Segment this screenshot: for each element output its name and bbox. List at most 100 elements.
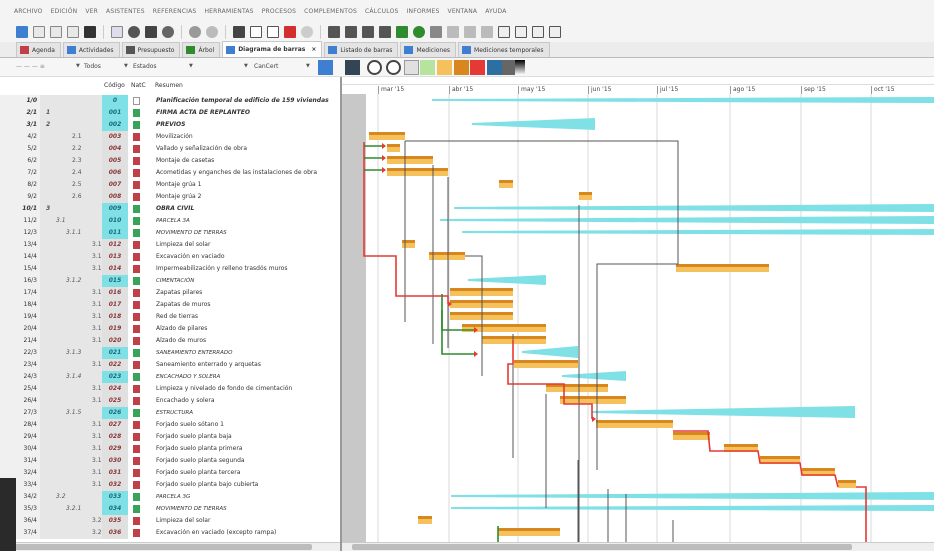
- arrow-right-icon[interactable]: [481, 26, 493, 38]
- gradient-swatch[interactable]: [515, 60, 525, 75]
- last-record-icon[interactable]: [379, 26, 391, 38]
- zoom-in-icon[interactable]: [367, 60, 382, 75]
- table-row[interactable]: 31/43.1.5.4030 Forjado suelo planta segun…: [0, 455, 340, 467]
- open-icon[interactable]: [50, 26, 62, 38]
- bar-color-orange-swatch[interactable]: [437, 60, 452, 75]
- bar-color-red-swatch[interactable]: [470, 60, 485, 75]
- table-row[interactable]: 9/2 2.6 008 Montaje grúa 2: [0, 191, 340, 203]
- green-square-icon[interactable]: [396, 26, 408, 38]
- gantt-list-icon[interactable]: [345, 60, 360, 75]
- table-row[interactable]: 33/43.1.5.6032Forjado suelo planta bajo …: [0, 479, 340, 491]
- paste-icon[interactable]: [267, 26, 279, 38]
- table-row[interactable]: 24/3 3.1.4 023 ENCACHADO Y SOLERA: [0, 371, 340, 383]
- new-file-icon[interactable]: [33, 26, 45, 38]
- lock-icon[interactable]: [145, 26, 157, 38]
- gear-icon[interactable]: [128, 26, 140, 38]
- link-icon[interactable]: [430, 26, 442, 38]
- menu-item[interactable]: VER: [85, 8, 98, 15]
- table-row[interactable]: 4/2 2.1 003 Movilización: [0, 131, 340, 143]
- table-row[interactable]: 32/43.1.5.5031Forjado suelo planta terce…: [0, 467, 340, 479]
- table-row[interactable]: 20/43.1.2.4019 Alzado de pilares: [0, 323, 340, 335]
- tab-item[interactable]: Diagrama de barras ×: [222, 41, 323, 57]
- next-record-icon[interactable]: [362, 26, 374, 38]
- find-icon[interactable]: [162, 26, 174, 38]
- tab-item[interactable]: Presupuesto: [121, 42, 181, 57]
- table-scroll-thumb[interactable]: [12, 544, 312, 550]
- tab-item[interactable]: Actividades: [62, 42, 120, 57]
- gantt-scroll-thumb[interactable]: [352, 544, 852, 550]
- table-row[interactable]: 8/2 2.5 007 Montaje grúa 1: [0, 179, 340, 191]
- cancert-dropdown-arrow[interactable]: ▼: [244, 63, 248, 69]
- natc-column-header[interactable]: NatC: [131, 82, 146, 89]
- folder-icon[interactable]: [67, 26, 79, 38]
- table-horizontal-scrollbar[interactable]: [0, 542, 340, 551]
- save-icon[interactable]: [84, 26, 96, 38]
- table-row[interactable]: 13/43.1.1.1012 Limpieza del solar: [0, 239, 340, 251]
- refresh-icon[interactable]: [413, 26, 425, 38]
- estados-dropdown-arrow[interactable]: ▼: [124, 63, 128, 69]
- estados-filter[interactable]: Estados: [133, 63, 157, 70]
- bar-chart-icon[interactable]: [487, 60, 502, 75]
- menu-item[interactable]: AYUDA: [485, 8, 506, 15]
- table-row[interactable]: 12/3 3.1.1 011 MOVIMIENTO DE TIERRAS: [0, 227, 340, 239]
- table-row[interactable]: 11/2 3.1 010 PARCELA 3A: [0, 215, 340, 227]
- estados-select-arrow[interactable]: ▼: [189, 63, 193, 69]
- menu-item[interactable]: VENTANA: [448, 8, 478, 15]
- cut-icon[interactable]: [233, 26, 245, 38]
- table-row[interactable]: 37/43.2.1.2036Excavación en vaciado (exc…: [0, 527, 340, 539]
- previous-record-icon[interactable]: [345, 26, 357, 38]
- calendar-icon[interactable]: [515, 26, 527, 38]
- menu-item[interactable]: ASISTENTES: [106, 8, 145, 15]
- menu-item[interactable]: EDICIÓN: [51, 8, 78, 15]
- bar-color-dark-orange-swatch[interactable]: [454, 60, 469, 75]
- first-record-icon[interactable]: [328, 26, 340, 38]
- delete-icon[interactable]: [284, 26, 296, 38]
- table-row[interactable]: 14/43.1.1.2013 Excavación en vaciado: [0, 251, 340, 263]
- menu-item[interactable]: CÁLCULOS: [365, 8, 398, 15]
- tab-item[interactable]: Mediciones temporales: [458, 42, 550, 57]
- copy-icon[interactable]: [250, 26, 262, 38]
- tab-item[interactable]: Mediciones: [400, 42, 457, 57]
- table-row[interactable]: 35/3 3.2.1 034 MOVIMIENTO DE TIERRAS: [0, 503, 340, 515]
- table-row[interactable]: 27/3 3.1.5 026 ESTRUCTURA: [0, 407, 340, 419]
- table-row[interactable]: 21/43.1.2.5020 Alzado de muros: [0, 335, 340, 347]
- table-row[interactable]: 22/3 3.1.3 021 SANEAMIENTO ENTERRADO: [0, 347, 340, 359]
- table-row[interactable]: 25/43.1.4.1024 Limpieza y nivelado de fon…: [0, 383, 340, 395]
- menu-item[interactable]: PROCESOS: [262, 8, 296, 15]
- table-row[interactable]: 36/43.2.1.1035Limpieza del solar: [0, 515, 340, 527]
- table-row[interactable]: 6/2 2.3 005 Montaje de casetas: [0, 155, 340, 167]
- bar-color-green-swatch[interactable]: [420, 60, 435, 75]
- resumen-column-header[interactable]: Resumen: [155, 82, 183, 89]
- table-row[interactable]: 2/1 1 001 FIRMA ACTA DE REPLANTEO: [0, 107, 340, 119]
- table-row[interactable]: 19/43.1.2.3018 Red de tierras: [0, 311, 340, 323]
- document-icon[interactable]: [498, 26, 510, 38]
- table-row[interactable]: 26/43.1.4.2025 Encachado y solera: [0, 395, 340, 407]
- table-row[interactable]: 17/43.1.2.1016 Zapatas pilares: [0, 287, 340, 299]
- gantt-chart[interactable]: [342, 94, 934, 542]
- redo-icon[interactable]: [206, 26, 218, 38]
- table-row[interactable]: 5/2 2.2 004 Vallado y señalización de obra: [0, 143, 340, 155]
- menu-item[interactable]: ARCHIVO: [14, 8, 43, 15]
- menu-item[interactable]: HERRAMIENTAS: [204, 8, 253, 15]
- print-preview-icon[interactable]: [111, 26, 123, 38]
- grid-toggle-icon[interactable]: [404, 60, 419, 75]
- undo-icon[interactable]: [189, 26, 201, 38]
- tab-item[interactable]: Árbol: [182, 42, 221, 57]
- close-tab-icon[interactable]: ×: [311, 46, 316, 53]
- gantt-view-icon[interactable]: [318, 60, 333, 75]
- tab-item[interactable]: Agenda: [16, 42, 61, 57]
- arrow-left-icon[interactable]: [464, 26, 476, 38]
- table-row[interactable]: 23/43.1.3.1022 Saneamiento enterrado y ar…: [0, 359, 340, 371]
- table-row[interactable]: 1/0 0 Planificación temporal de edificio d…: [0, 95, 340, 107]
- menu-item[interactable]: REFERENCIAS: [153, 8, 197, 15]
- level-filter-icon[interactable]: — — — ≡: [16, 63, 45, 70]
- cancert-filter[interactable]: CanCert: [254, 63, 278, 70]
- codigo-column-header[interactable]: Código: [104, 82, 125, 89]
- table-row[interactable]: 10/1 3 009 OBRA CIVIL: [0, 203, 340, 215]
- table-row[interactable]: 15/43.1.1.3014 Impermeabilización y relle…: [0, 263, 340, 275]
- export-icon[interactable]: [532, 26, 544, 38]
- menu-item[interactable]: COMPLEMENTOS: [304, 8, 357, 15]
- gantt-horizontal-scrollbar[interactable]: [342, 542, 934, 551]
- table-row[interactable]: 29/43.1.5.2028 Forjado suelo planta baja: [0, 431, 340, 443]
- new-icon[interactable]: [16, 26, 28, 38]
